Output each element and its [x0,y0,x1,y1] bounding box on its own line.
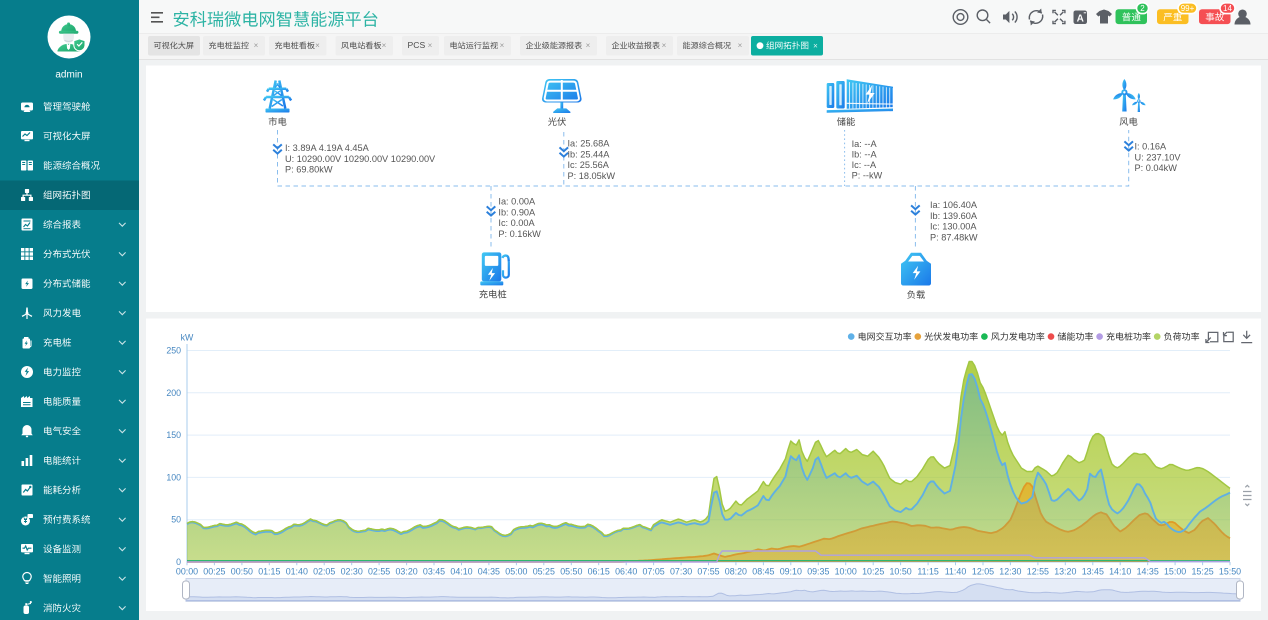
svg-text:00:50: 00:50 [231,567,253,577]
svg-text:Ic: 25.56A: Ic: 25.56A [568,160,610,170]
svg-text:03:20: 03:20 [395,567,417,577]
svg-text:03:45: 03:45 [423,567,445,577]
svg-text:PCS: PCS [408,40,426,50]
svg-text:02:55: 02:55 [368,567,390,577]
svg-text:Ic: --A: Ic: --A [852,160,877,170]
svg-text:×: × [382,41,387,50]
svg-text:Ia: 106.40A: Ia: 106.40A [930,200,978,210]
svg-text:Ib: 0.90A: Ib: 0.90A [498,207,536,217]
svg-text:×: × [738,41,743,50]
svg-text:05:50: 05:50 [560,567,582,577]
svg-text:Ic: 0.00A: Ic: 0.00A [498,218,535,228]
svg-text:kW: kW [181,333,194,343]
svg-text:15:00: 15:00 [1164,567,1186,577]
svg-text:Ia: 25.68A: Ia: 25.68A [568,139,611,149]
svg-text:×: × [813,41,818,50]
svg-text:Ia: 0.00A: Ia: 0.00A [498,197,536,207]
svg-text:08:45: 08:45 [752,567,774,577]
svg-text:P: 0.16kW: P: 0.16kW [498,229,541,239]
svg-text:200: 200 [166,388,181,398]
svg-text:14:10: 14:10 [1109,567,1131,577]
svg-text:A: A [1077,13,1084,24]
svg-text:×: × [500,41,505,50]
svg-text:10:50: 10:50 [889,567,911,577]
svg-text:P: 87.48kW: P: 87.48kW [930,232,978,242]
svg-text:0: 0 [176,557,181,567]
svg-text:14:35: 14:35 [1137,567,1159,577]
svg-text:00:25: 00:25 [203,567,225,577]
svg-text:05:25: 05:25 [533,567,555,577]
svg-text:08:20: 08:20 [725,567,747,577]
svg-text:02:30: 02:30 [341,567,363,577]
svg-text:50: 50 [171,515,181,525]
svg-text:07:30: 07:30 [670,567,692,577]
svg-text:01:15: 01:15 [258,567,280,577]
svg-text:12:05: 12:05 [972,567,994,577]
svg-text:04:35: 04:35 [478,567,500,577]
svg-text:02:05: 02:05 [313,567,335,577]
svg-text:05:00: 05:00 [505,567,527,577]
svg-text:12:55: 12:55 [1027,567,1049,577]
svg-text:2: 2 [1140,4,1145,13]
svg-text:13:20: 13:20 [1054,567,1076,577]
svg-text:×: × [662,41,667,50]
svg-text:10:25: 10:25 [862,567,884,577]
svg-text:07:05: 07:05 [642,567,664,577]
svg-text:I: 3.89A 4.19A 4.45A: I: 3.89A 4.19A 4.45A [285,143,370,153]
svg-text:P: --kW: P: --kW [852,171,883,181]
svg-text:P: 69.80kW: P: 69.80kW [285,165,333,175]
svg-text:11:40: 11:40 [945,567,967,577]
svg-text:06:40: 06:40 [615,567,637,577]
svg-text:15:25: 15:25 [1191,567,1213,577]
svg-text:14: 14 [1223,4,1232,13]
svg-text:250: 250 [166,346,181,356]
svg-text:Ib: 25.44A: Ib: 25.44A [568,149,611,159]
svg-text:10:00: 10:00 [835,567,857,577]
svg-text:01:40: 01:40 [286,567,308,577]
svg-text:150: 150 [166,430,181,440]
svg-text:I: 0.16A: I: 0.16A [1135,142,1168,152]
svg-text:×: × [428,41,433,50]
svg-text:00:00: 00:00 [176,567,198,577]
svg-text:100: 100 [166,472,181,482]
svg-text:Ia: --A: Ia: --A [852,139,878,149]
svg-text:07:55: 07:55 [697,567,719,577]
svg-text:U: 10290.00V 10290.00V 10290.0: U: 10290.00V 10290.00V 10290.00V [285,154,436,164]
svg-text:admin: admin [55,70,82,81]
svg-text:×: × [254,41,259,50]
svg-text:P: 0.04kW: P: 0.04kW [1135,163,1178,173]
svg-text:P: 18.05kW: P: 18.05kW [568,171,616,181]
svg-text:Ib: 139.60A: Ib: 139.60A [930,211,978,221]
svg-text:Ic: 130.00A: Ic: 130.00A [930,222,977,232]
svg-text:Ib: --A: Ib: --A [852,150,878,160]
svg-text:11:15: 11:15 [917,567,939,577]
svg-text:99+: 99+ [1181,4,1195,13]
svg-text:13:45: 13:45 [1082,567,1104,577]
svg-text:09:35: 09:35 [807,567,829,577]
svg-text:12:30: 12:30 [999,567,1021,577]
svg-text:09:10: 09:10 [780,567,802,577]
svg-text:U: 237.10V: U: 237.10V [1135,152,1182,162]
svg-text:×: × [586,41,591,50]
svg-text:×: × [315,41,320,50]
svg-text:06:15: 06:15 [588,567,610,577]
svg-text:15:50: 15:50 [1219,567,1241,577]
svg-text:04:10: 04:10 [450,567,472,577]
